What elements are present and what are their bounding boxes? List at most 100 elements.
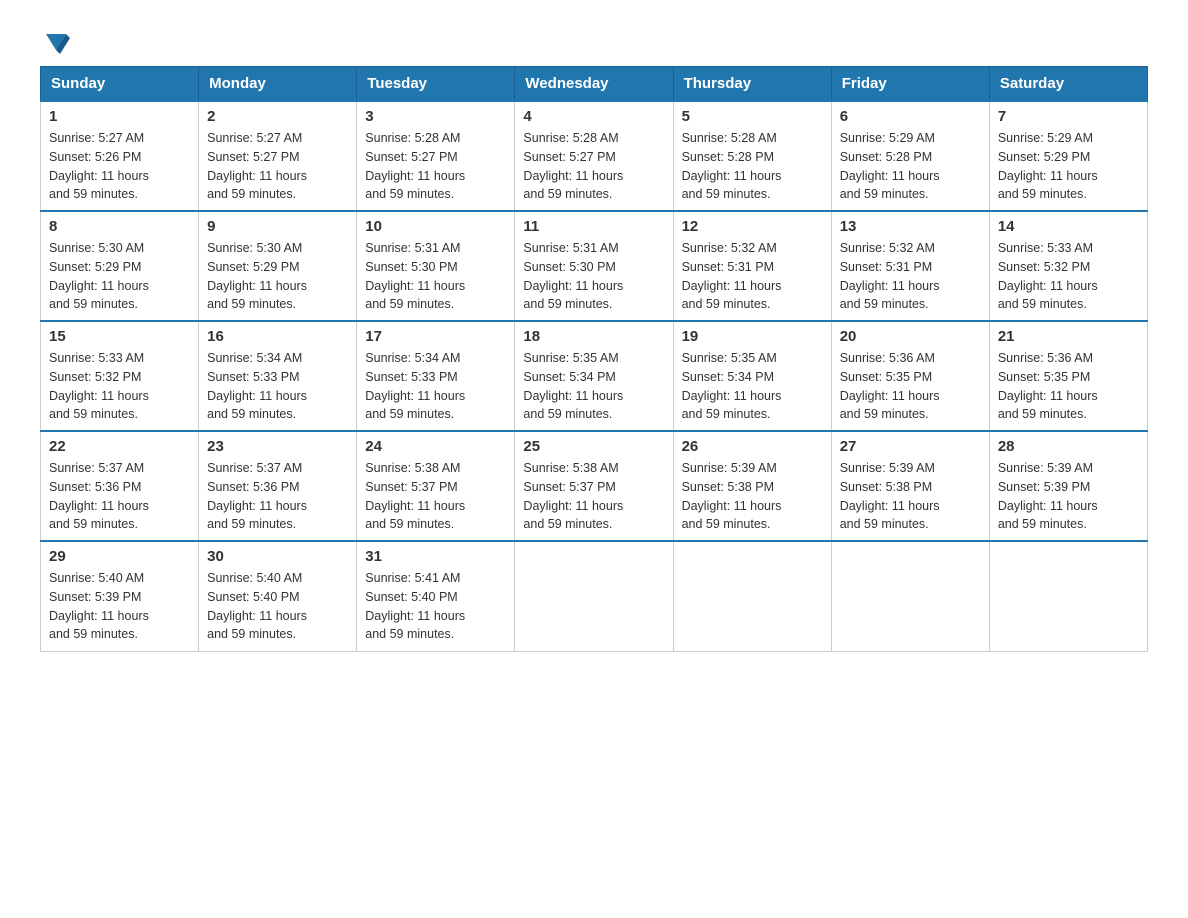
day-number: 10: [365, 218, 506, 235]
column-header-tuesday: Tuesday: [357, 67, 515, 102]
calendar-day-cell: 5 Sunrise: 5:28 AM Sunset: 5:28 PM Dayli…: [673, 101, 831, 211]
day-info: Sunrise: 5:30 AM Sunset: 5:29 PM Dayligh…: [49, 239, 190, 314]
calendar-day-cell: 14 Sunrise: 5:33 AM Sunset: 5:32 PM Dayl…: [989, 211, 1147, 321]
day-info: Sunrise: 5:39 AM Sunset: 5:39 PM Dayligh…: [998, 459, 1139, 534]
calendar-day-cell: 8 Sunrise: 5:30 AM Sunset: 5:29 PM Dayli…: [41, 211, 199, 321]
calendar-day-cell: 20 Sunrise: 5:36 AM Sunset: 5:35 PM Dayl…: [831, 321, 989, 431]
calendar-day-cell: 19 Sunrise: 5:35 AM Sunset: 5:34 PM Dayl…: [673, 321, 831, 431]
day-number: 4: [523, 108, 664, 125]
calendar-week-row: 8 Sunrise: 5:30 AM Sunset: 5:29 PM Dayli…: [41, 211, 1148, 321]
day-number: 15: [49, 328, 190, 345]
column-header-wednesday: Wednesday: [515, 67, 673, 102]
day-number: 1: [49, 108, 190, 125]
calendar-day-cell: 18 Sunrise: 5:35 AM Sunset: 5:34 PM Dayl…: [515, 321, 673, 431]
day-number: 27: [840, 438, 981, 455]
day-info: Sunrise: 5:36 AM Sunset: 5:35 PM Dayligh…: [840, 349, 981, 424]
column-header-friday: Friday: [831, 67, 989, 102]
day-info: Sunrise: 5:37 AM Sunset: 5:36 PM Dayligh…: [207, 459, 348, 534]
day-number: 5: [682, 108, 823, 125]
calendar-day-cell: 1 Sunrise: 5:27 AM Sunset: 5:26 PM Dayli…: [41, 101, 199, 211]
calendar-day-cell: 11 Sunrise: 5:31 AM Sunset: 5:30 PM Dayl…: [515, 211, 673, 321]
calendar-week-row: 29 Sunrise: 5:40 AM Sunset: 5:39 PM Dayl…: [41, 541, 1148, 651]
day-number: 31: [365, 548, 506, 565]
calendar-day-cell: 15 Sunrise: 5:33 AM Sunset: 5:32 PM Dayl…: [41, 321, 199, 431]
calendar-day-cell: 21 Sunrise: 5:36 AM Sunset: 5:35 PM Dayl…: [989, 321, 1147, 431]
day-number: 13: [840, 218, 981, 235]
calendar-day-cell: 22 Sunrise: 5:37 AM Sunset: 5:36 PM Dayl…: [41, 431, 199, 541]
day-info: Sunrise: 5:27 AM Sunset: 5:26 PM Dayligh…: [49, 129, 190, 204]
day-info: Sunrise: 5:39 AM Sunset: 5:38 PM Dayligh…: [682, 459, 823, 534]
day-number: 3: [365, 108, 506, 125]
day-number: 6: [840, 108, 981, 125]
day-number: 28: [998, 438, 1139, 455]
calendar-day-cell: 6 Sunrise: 5:29 AM Sunset: 5:28 PM Dayli…: [831, 101, 989, 211]
calendar-table: SundayMondayTuesdayWednesdayThursdayFrid…: [40, 66, 1148, 652]
calendar-day-cell: 2 Sunrise: 5:27 AM Sunset: 5:27 PM Dayli…: [199, 101, 357, 211]
calendar-day-cell: 24 Sunrise: 5:38 AM Sunset: 5:37 PM Dayl…: [357, 431, 515, 541]
calendar-day-cell: 26 Sunrise: 5:39 AM Sunset: 5:38 PM Dayl…: [673, 431, 831, 541]
day-info: Sunrise: 5:33 AM Sunset: 5:32 PM Dayligh…: [49, 349, 190, 424]
day-info: Sunrise: 5:34 AM Sunset: 5:33 PM Dayligh…: [207, 349, 348, 424]
day-info: Sunrise: 5:28 AM Sunset: 5:27 PM Dayligh…: [365, 129, 506, 204]
day-info: Sunrise: 5:31 AM Sunset: 5:30 PM Dayligh…: [365, 239, 506, 314]
day-info: Sunrise: 5:37 AM Sunset: 5:36 PM Dayligh…: [49, 459, 190, 534]
calendar-empty-cell: [673, 541, 831, 651]
column-header-monday: Monday: [199, 67, 357, 102]
calendar-week-row: 1 Sunrise: 5:27 AM Sunset: 5:26 PM Dayli…: [41, 101, 1148, 211]
day-number: 18: [523, 328, 664, 345]
day-info: Sunrise: 5:33 AM Sunset: 5:32 PM Dayligh…: [998, 239, 1139, 314]
day-number: 21: [998, 328, 1139, 345]
logo-flag-icon: [42, 30, 70, 58]
calendar-empty-cell: [515, 541, 673, 651]
day-info: Sunrise: 5:29 AM Sunset: 5:29 PM Dayligh…: [998, 129, 1139, 204]
calendar-day-cell: 31 Sunrise: 5:41 AM Sunset: 5:40 PM Dayl…: [357, 541, 515, 651]
column-header-saturday: Saturday: [989, 67, 1147, 102]
day-info: Sunrise: 5:39 AM Sunset: 5:38 PM Dayligh…: [840, 459, 981, 534]
page-header: [40, 30, 1148, 52]
calendar-day-cell: 13 Sunrise: 5:32 AM Sunset: 5:31 PM Dayl…: [831, 211, 989, 321]
day-number: 11: [523, 218, 664, 235]
day-number: 26: [682, 438, 823, 455]
column-header-thursday: Thursday: [673, 67, 831, 102]
day-info: Sunrise: 5:35 AM Sunset: 5:34 PM Dayligh…: [523, 349, 664, 424]
calendar-day-cell: 23 Sunrise: 5:37 AM Sunset: 5:36 PM Dayl…: [199, 431, 357, 541]
day-info: Sunrise: 5:40 AM Sunset: 5:40 PM Dayligh…: [207, 569, 348, 644]
day-number: 8: [49, 218, 190, 235]
day-info: Sunrise: 5:36 AM Sunset: 5:35 PM Dayligh…: [998, 349, 1139, 424]
calendar-day-cell: 3 Sunrise: 5:28 AM Sunset: 5:27 PM Dayli…: [357, 101, 515, 211]
calendar-day-cell: 12 Sunrise: 5:32 AM Sunset: 5:31 PM Dayl…: [673, 211, 831, 321]
calendar-day-cell: 27 Sunrise: 5:39 AM Sunset: 5:38 PM Dayl…: [831, 431, 989, 541]
day-info: Sunrise: 5:40 AM Sunset: 5:39 PM Dayligh…: [49, 569, 190, 644]
day-info: Sunrise: 5:38 AM Sunset: 5:37 PM Dayligh…: [365, 459, 506, 534]
day-number: 7: [998, 108, 1139, 125]
day-info: Sunrise: 5:32 AM Sunset: 5:31 PM Dayligh…: [682, 239, 823, 314]
day-info: Sunrise: 5:28 AM Sunset: 5:27 PM Dayligh…: [523, 129, 664, 204]
day-info: Sunrise: 5:28 AM Sunset: 5:28 PM Dayligh…: [682, 129, 823, 204]
day-number: 9: [207, 218, 348, 235]
day-info: Sunrise: 5:35 AM Sunset: 5:34 PM Dayligh…: [682, 349, 823, 424]
day-number: 14: [998, 218, 1139, 235]
day-info: Sunrise: 5:29 AM Sunset: 5:28 PM Dayligh…: [840, 129, 981, 204]
day-info: Sunrise: 5:34 AM Sunset: 5:33 PM Dayligh…: [365, 349, 506, 424]
day-info: Sunrise: 5:38 AM Sunset: 5:37 PM Dayligh…: [523, 459, 664, 534]
day-info: Sunrise: 5:30 AM Sunset: 5:29 PM Dayligh…: [207, 239, 348, 314]
day-number: 30: [207, 548, 348, 565]
day-number: 12: [682, 218, 823, 235]
calendar-week-row: 15 Sunrise: 5:33 AM Sunset: 5:32 PM Dayl…: [41, 321, 1148, 431]
calendar-day-cell: 28 Sunrise: 5:39 AM Sunset: 5:39 PM Dayl…: [989, 431, 1147, 541]
day-number: 23: [207, 438, 348, 455]
day-number: 2: [207, 108, 348, 125]
day-number: 20: [840, 328, 981, 345]
day-info: Sunrise: 5:32 AM Sunset: 5:31 PM Dayligh…: [840, 239, 981, 314]
calendar-day-cell: 9 Sunrise: 5:30 AM Sunset: 5:29 PM Dayli…: [199, 211, 357, 321]
calendar-day-cell: 7 Sunrise: 5:29 AM Sunset: 5:29 PM Dayli…: [989, 101, 1147, 211]
calendar-header-row: SundayMondayTuesdayWednesdayThursdayFrid…: [41, 67, 1148, 102]
day-number: 16: [207, 328, 348, 345]
calendar-day-cell: 10 Sunrise: 5:31 AM Sunset: 5:30 PM Dayl…: [357, 211, 515, 321]
day-number: 29: [49, 548, 190, 565]
calendar-day-cell: 16 Sunrise: 5:34 AM Sunset: 5:33 PM Dayl…: [199, 321, 357, 431]
day-info: Sunrise: 5:31 AM Sunset: 5:30 PM Dayligh…: [523, 239, 664, 314]
calendar-empty-cell: [831, 541, 989, 651]
day-info: Sunrise: 5:27 AM Sunset: 5:27 PM Dayligh…: [207, 129, 348, 204]
column-header-sunday: Sunday: [41, 67, 199, 102]
